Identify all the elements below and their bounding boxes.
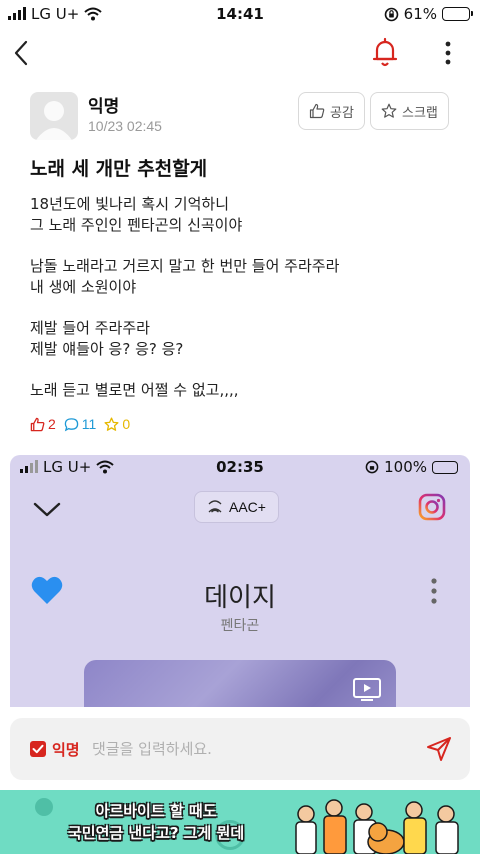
rotation-lock-icon	[384, 7, 398, 21]
anonymous-label[interactable]: 익명	[52, 739, 80, 760]
ad-illustration	[295, 799, 459, 854]
nav-bar	[0, 30, 480, 76]
embedded-status-bar: LG U+ 02:35 100%	[10, 455, 470, 481]
audio-wave-icon	[208, 500, 222, 513]
status-bar: LG U+ 14:41 61%	[0, 0, 480, 30]
album-art	[84, 660, 396, 707]
ad-line-2: 국민연금 낸다고? 그게 뭔데	[68, 824, 245, 842]
comment-bubble-icon	[64, 417, 79, 431]
avatar	[30, 92, 78, 140]
post-body-line: 내 생에 소원이야	[30, 278, 137, 296]
star-icon	[381, 103, 397, 118]
ad-line-1: 아르바이트 할 때도	[95, 802, 217, 820]
comment-count-value: 11	[81, 416, 97, 432]
comment-composer: 익명	[10, 718, 470, 780]
post-body-line: 제발 얘들아 응? 응? 응?	[30, 340, 184, 358]
thumbs-up-icon	[309, 103, 325, 119]
more-vertical-icon	[431, 578, 437, 604]
instagram-icon	[418, 493, 446, 521]
banner-decoration	[35, 798, 53, 816]
post-counts: 2 11 0	[30, 416, 130, 432]
battery-percent: 61%	[403, 5, 437, 23]
default-avatar-icon	[36, 101, 72, 140]
send-icon[interactable]	[426, 736, 452, 762]
post-body: 18년도에 빛나리 혹시 기억하니그 노래 주인인 펜타곤의 신곡이야남돌 노래…	[30, 194, 450, 401]
like-count-value: 2	[48, 416, 56, 432]
scrap-button-label: 스크랩	[402, 105, 438, 121]
attached-image[interactable]: LG U+ 02:35 100% AAC+ 데이지 펜타곤	[10, 455, 470, 707]
like-count: 2	[30, 416, 56, 432]
post-body-line: 18년도에 빛나리 혹시 기억하니	[30, 195, 229, 213]
song-title: 데이지	[204, 583, 276, 613]
embedded-battery-percent: 100%	[384, 458, 427, 476]
back-chevron-icon[interactable]	[8, 38, 38, 68]
comment-count: 11	[64, 416, 97, 432]
status-right: 61%	[384, 5, 473, 23]
star-icon	[104, 416, 119, 431]
author-name: 익명	[88, 97, 120, 117]
post-body-line: 남돌 노래라고 거르지 말고 한 번만 들어 주라주라	[30, 257, 340, 275]
aac-badge: AAC+	[194, 491, 279, 523]
rotation-lock-icon	[365, 460, 379, 474]
like-button-label: 공감	[330, 105, 354, 121]
post-body-line: 그 노래 주인인 펜타곤의 신곡이야	[30, 216, 243, 234]
post-body-line: 제발 들어 주라주라	[30, 319, 150, 337]
ad-banner-text: 아르바이트 할 때도 국민연금 낸다고? 그게 뭔데	[68, 800, 244, 844]
scrap-button[interactable]: 스크랩	[370, 92, 449, 130]
thumbs-up-icon	[30, 417, 45, 431]
charging-battery-icon	[432, 460, 458, 474]
post-body-gap	[30, 360, 450, 380]
chevron-down-icon	[33, 502, 61, 517]
music-video-icon	[353, 678, 381, 701]
post-title: 노래 세 개만 추천할게	[30, 158, 208, 180]
like-button[interactable]: 공감	[298, 92, 365, 130]
scrap-count: 0	[104, 416, 130, 432]
embedded-status-right: 100%	[365, 458, 458, 476]
checkmark-icon	[32, 744, 44, 754]
ad-banner[interactable]: 아르바이트 할 때도 국민연금 낸다고? 그게 뭔데	[0, 790, 480, 854]
post-body-gap	[30, 298, 450, 318]
anonymous-checkbox[interactable]	[30, 741, 46, 757]
comment-input[interactable]	[92, 736, 402, 762]
aac-label: AAC+	[229, 499, 266, 515]
post-body-gap	[30, 236, 450, 256]
post-body-line: 노래 듣고 별로면 어쩔 수 없고,,,,	[30, 381, 239, 399]
battery-icon	[442, 7, 473, 21]
artist-name: 펜타곤	[220, 618, 260, 634]
more-vertical-icon[interactable]	[436, 38, 460, 68]
post-date: 10/23 02:45	[88, 118, 162, 134]
bell-icon[interactable]	[370, 37, 400, 69]
scrap-count-value: 0	[122, 416, 131, 432]
